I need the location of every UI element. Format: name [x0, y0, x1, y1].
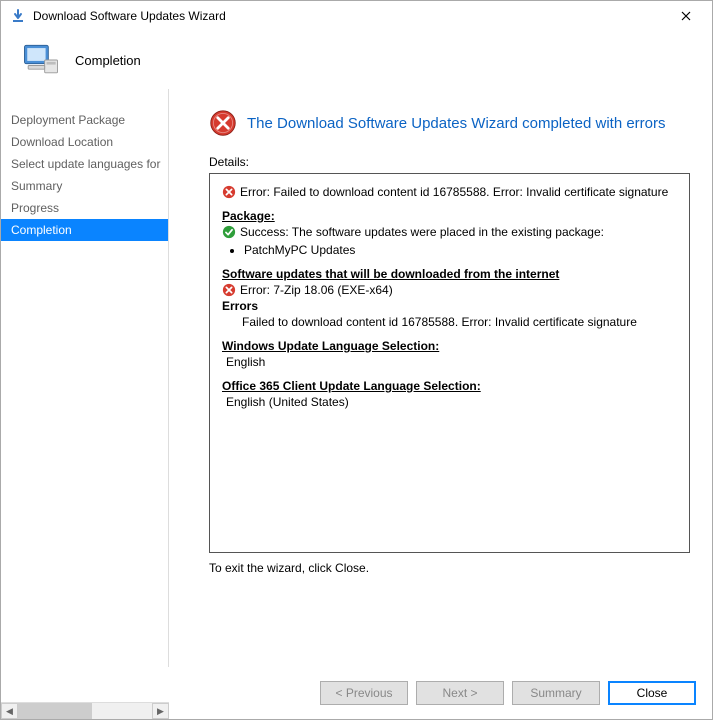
app-download-icon: [9, 7, 27, 25]
scroll-right-arrow-icon[interactable]: ▶: [152, 703, 169, 719]
sidebar-item-label: Completion: [11, 223, 72, 237]
sidebar-item-select-languages[interactable]: Select update languages for: [1, 153, 168, 175]
win-lang-heading: Windows Update Language Selection:: [222, 338, 677, 354]
error-icon: [222, 185, 236, 199]
window-close-button[interactable]: [666, 2, 706, 30]
scroll-left-arrow-icon[interactable]: ◀: [1, 703, 18, 719]
o365-lang-heading: Office 365 Client Update Language Select…: [222, 378, 677, 394]
computer-icon: [19, 38, 63, 82]
sidebar-item-label: Download Location: [11, 135, 113, 149]
next-button: Next >: [416, 681, 504, 705]
sidebar-item-label: Summary: [11, 179, 62, 193]
download-error-detail: Failed to download content id 16785588. …: [242, 314, 677, 330]
exit-hint: To exit the wizard, click Close.: [209, 561, 690, 575]
errors-label: Errors: [222, 298, 677, 314]
details-label: Details:: [209, 155, 690, 169]
previous-button: < Previous: [320, 681, 408, 705]
window-title: Download Software Updates Wizard: [33, 9, 226, 23]
top-error-text: Error: Failed to download content id 167…: [240, 184, 668, 200]
close-button[interactable]: Close: [608, 681, 696, 705]
downloads-heading: Software updates that will be downloaded…: [222, 266, 677, 282]
sidebar-item-label: Progress: [11, 201, 59, 215]
close-icon: [681, 11, 691, 21]
package-success-text: Success: The software updates were place…: [240, 224, 604, 240]
sidebar-horizontal-scrollbar[interactable]: ◀ ▶: [1, 702, 169, 719]
details-box[interactable]: Error: Failed to download content id 167…: [209, 173, 690, 553]
main-content: The Download Software Updates Wizard com…: [169, 89, 712, 667]
sidebar-item-progress[interactable]: Progress: [1, 197, 168, 219]
scroll-track[interactable]: [18, 703, 152, 719]
wizard-button-bar: < Previous Next > Summary Close: [320, 681, 696, 705]
scroll-thumb[interactable]: [18, 703, 92, 719]
error-icon: [222, 283, 236, 297]
sidebar-item-label: Select update languages for: [11, 157, 160, 171]
completion-message: The Download Software Updates Wizard com…: [247, 115, 666, 132]
success-icon: [222, 225, 236, 239]
package-heading: Package:: [222, 208, 677, 224]
page-title: Completion: [75, 53, 141, 68]
page-header: Completion: [1, 31, 712, 89]
title-bar: Download Software Updates Wizard: [1, 1, 712, 31]
sidebar-item-deployment-package[interactable]: Deployment Package: [1, 109, 168, 131]
wizard-step-sidebar: Deployment Package Download Location Sel…: [1, 89, 169, 667]
o365-lang-value: English (United States): [226, 394, 677, 410]
download-error-item: Error: 7-Zip 18.06 (EXE-x64): [240, 282, 393, 298]
sidebar-item-label: Deployment Package: [11, 113, 125, 127]
sidebar-item-completion[interactable]: Completion: [1, 219, 168, 241]
sidebar-item-summary[interactable]: Summary: [1, 175, 168, 197]
summary-button: Summary: [512, 681, 600, 705]
error-icon: [209, 109, 237, 137]
win-lang-value: English: [226, 354, 677, 370]
package-name: PatchMyPC Updates: [244, 242, 677, 258]
sidebar-item-download-location[interactable]: Download Location: [1, 131, 168, 153]
